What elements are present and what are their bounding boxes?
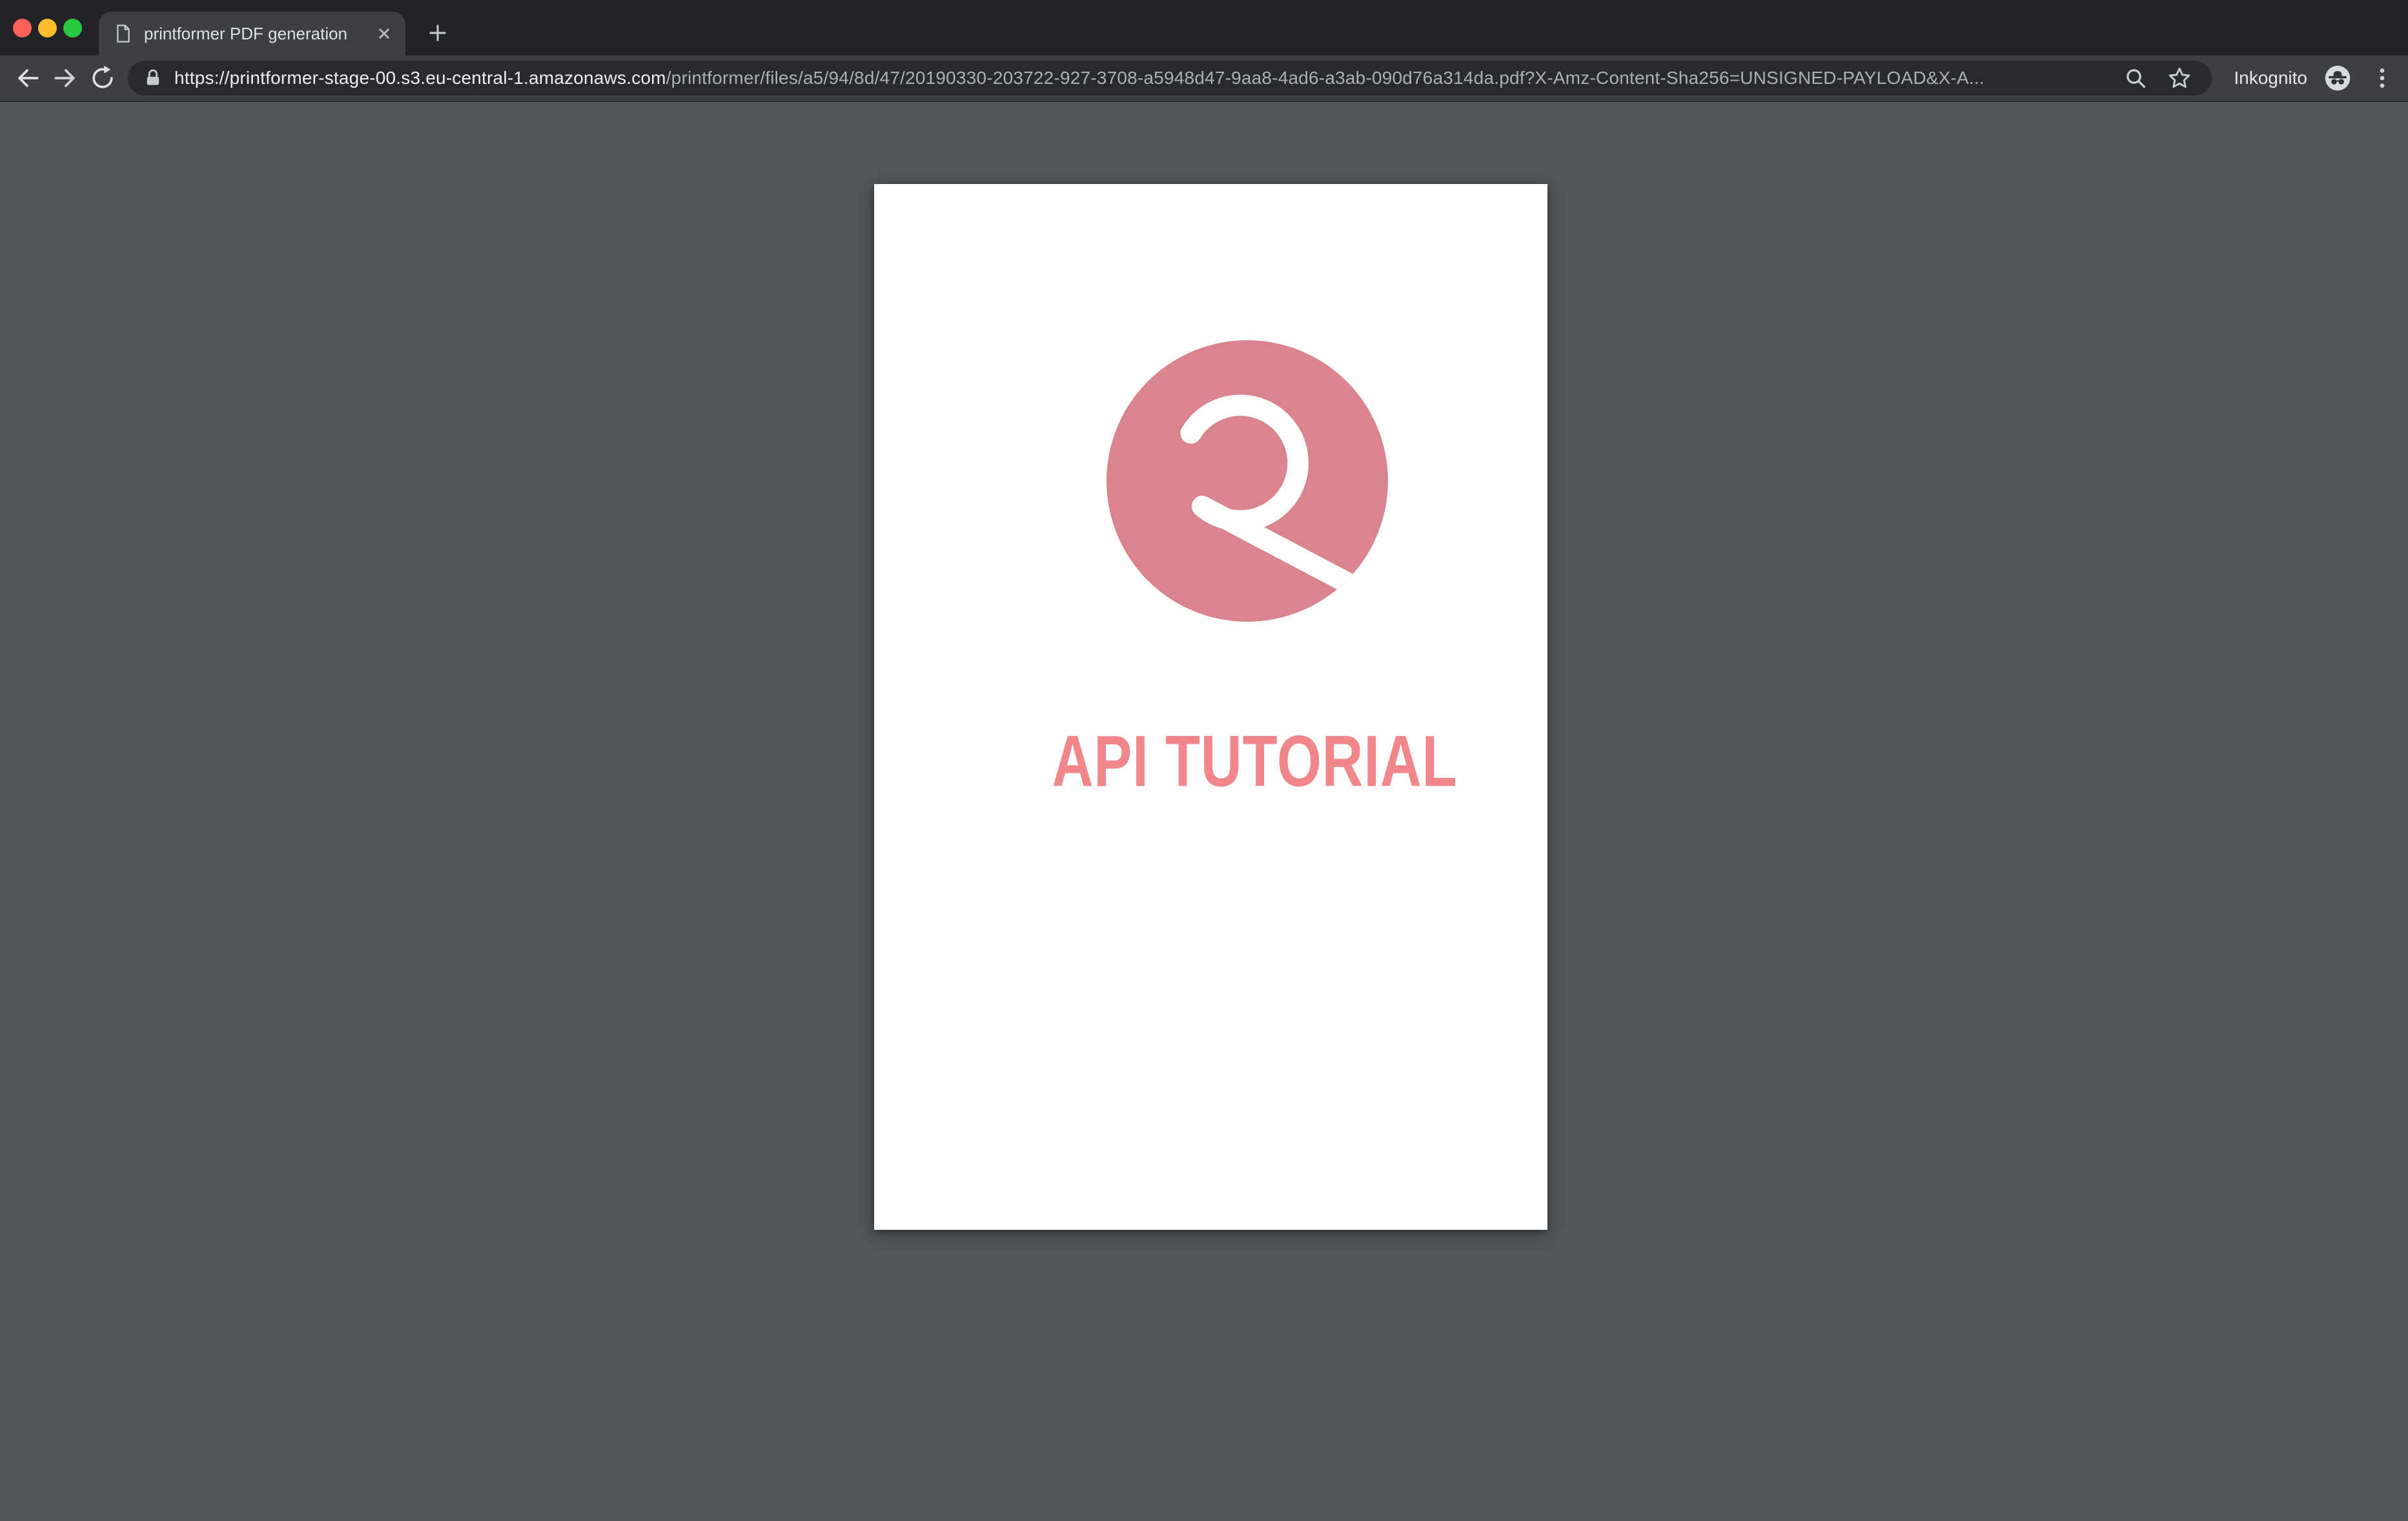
window-close-button[interactable]: [13, 19, 32, 37]
url-text: https://printformer-stage-00.s3.eu-centr…: [174, 68, 1985, 88]
forward-button[interactable]: [46, 59, 84, 97]
plus-icon: [425, 21, 450, 45]
lock-icon[interactable]: [142, 67, 164, 89]
tab-title: printformer PDF generation: [144, 24, 372, 44]
toolbar-right-cluster: Inkognito: [2234, 64, 2402, 92]
pdf-title: API TUTORIAL: [979, 725, 1531, 797]
window-minimize-button[interactable]: [38, 19, 57, 37]
kebab-menu-icon: [2369, 65, 2395, 91]
url-origin: https://printformer-stage-00.s3.eu-centr…: [174, 68, 666, 88]
arrow-right-icon: [51, 64, 79, 92]
reload-icon: [88, 64, 117, 92]
arrow-left-icon: [14, 64, 42, 92]
pdf-page: API TUTORIAL: [874, 184, 1547, 1230]
browser-menu-button[interactable]: [2368, 64, 2396, 92]
window-controls: [13, 19, 82, 37]
bookmark-star-icon[interactable]: [2167, 65, 2192, 91]
toolbar: https://printformer-stage-00.s3.eu-centr…: [0, 56, 2408, 102]
browser-tab-active[interactable]: printformer PDF generation: [99, 12, 405, 56]
tab-close-icon[interactable]: [372, 21, 396, 46]
document-icon: [113, 23, 134, 44]
incognito-label: Inkognito: [2234, 68, 2307, 88]
pdf-viewer[interactable]: API TUTORIAL: [0, 102, 2408, 1521]
address-bar[interactable]: https://printformer-stage-00.s3.eu-centr…: [128, 61, 2212, 96]
new-tab-button[interactable]: [420, 15, 456, 51]
browser-window: printformer PDF generation: [0, 0, 2408, 1521]
window-zoom-button[interactable]: [63, 19, 82, 37]
magnifier-icon[interactable]: [2123, 65, 2148, 91]
printformer-logo-icon: [1107, 340, 1388, 622]
incognito-icon: [2324, 65, 2351, 92]
back-button[interactable]: [9, 59, 46, 97]
url-path: /printformer/files/a5/94/8d/47/20190330-…: [666, 68, 1985, 88]
reload-button[interactable]: [84, 59, 121, 97]
tab-strip: printformer PDF generation: [0, 0, 2408, 56]
